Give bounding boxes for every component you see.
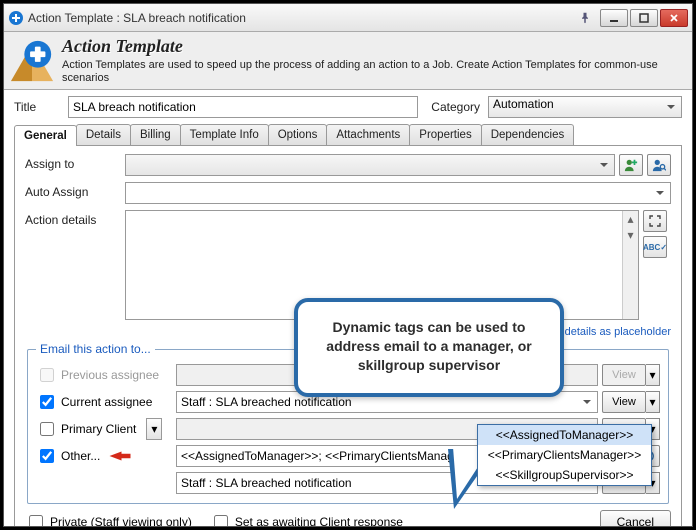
curr-assignee-value: Staff : SLA breached notification bbox=[181, 395, 352, 409]
minimize-button[interactable] bbox=[600, 9, 628, 27]
scroll-down-icon[interactable]: ▾ bbox=[623, 227, 638, 243]
maximize-button[interactable] bbox=[630, 9, 658, 27]
tab-general[interactable]: General bbox=[14, 125, 77, 146]
scroll-up-icon[interactable]: ▴ bbox=[623, 211, 638, 227]
prev-view-split: ▾ bbox=[646, 364, 660, 386]
email-legend: Email this action to... bbox=[36, 342, 155, 356]
tab-billing[interactable]: Billing bbox=[130, 124, 181, 145]
header: Action Template Action Templates are use… bbox=[4, 32, 692, 90]
new-action-icon bbox=[8, 10, 24, 26]
primary-client-checkbox[interactable] bbox=[40, 422, 54, 436]
expand-icon[interactable] bbox=[643, 210, 667, 232]
cancel-button[interactable]: Cancel bbox=[600, 510, 671, 526]
tab-template-info[interactable]: Template Info bbox=[180, 124, 269, 145]
awaiting-checkbox[interactable] bbox=[214, 515, 228, 526]
other-option[interactable]: Other... bbox=[36, 446, 176, 466]
titlebar[interactable]: Action Template : SLA breach notificatio… bbox=[4, 4, 692, 32]
tab-properties[interactable]: Properties bbox=[409, 124, 481, 145]
pin-icon[interactable] bbox=[576, 9, 594, 27]
auto-assign-label: Auto Assign bbox=[25, 182, 125, 199]
action-details-label: Action details bbox=[25, 210, 125, 227]
category-select[interactable]: Automation bbox=[488, 96, 682, 118]
other-checkbox[interactable] bbox=[40, 449, 54, 463]
title-label: Title bbox=[14, 100, 68, 114]
category-value: Automation bbox=[493, 97, 554, 111]
prev-assignee-checkbox bbox=[40, 368, 54, 382]
tab-options[interactable]: Options bbox=[268, 124, 328, 145]
page-desc: Action Templates are used to speed up th… bbox=[62, 59, 686, 85]
assign-to-select[interactable] bbox=[125, 154, 615, 176]
other-label: Other... bbox=[61, 449, 100, 463]
logo-icon bbox=[4, 32, 60, 88]
awaiting-label: Set as awaiting Client response bbox=[235, 515, 403, 526]
title-input[interactable] bbox=[68, 96, 418, 118]
tabs: General Details Billing Template Info Op… bbox=[14, 124, 682, 146]
curr-view-button[interactable]: View bbox=[602, 391, 646, 413]
private-label: Private (Staff viewing only) bbox=[50, 515, 192, 526]
red-arrow-icon bbox=[108, 448, 132, 464]
curr-assignee-checkbox[interactable] bbox=[40, 395, 54, 409]
other-template-value: Staff : SLA breached notification bbox=[181, 476, 352, 490]
awaiting-option[interactable]: Set as awaiting Client response bbox=[210, 512, 403, 526]
category-label: Category bbox=[418, 100, 488, 114]
ac-item-primaryclientsmanager[interactable]: <<PrimaryClientsManager>> bbox=[478, 445, 651, 465]
close-button[interactable] bbox=[660, 9, 688, 27]
user-search-icon[interactable] bbox=[647, 154, 671, 176]
tab-attachments[interactable]: Attachments bbox=[326, 124, 410, 145]
autocomplete-menu[interactable]: <<AssignedToManager>> <<PrimaryClientsMa… bbox=[477, 424, 652, 486]
primary-client-option[interactable]: Primary Client ▾ bbox=[36, 418, 176, 440]
ac-item-skillgroupsupervisor[interactable]: <<SkillgroupSupervisor>> bbox=[478, 465, 651, 485]
callout-text: Dynamic tags can be used to address emai… bbox=[326, 319, 531, 373]
tab-details[interactable]: Details bbox=[76, 124, 131, 145]
curr-assignee-option[interactable]: Current assignee bbox=[36, 392, 176, 412]
user-add-icon[interactable] bbox=[619, 154, 643, 176]
curr-view-split[interactable]: ▾ bbox=[646, 391, 660, 413]
auto-assign-select[interactable] bbox=[125, 182, 671, 204]
prev-assignee-label: Previous assignee bbox=[61, 368, 159, 382]
ac-item-assignedtomanager[interactable]: <<AssignedToManager>> bbox=[478, 425, 651, 445]
page-title: Action Template bbox=[62, 36, 686, 57]
curr-assignee-label: Current assignee bbox=[61, 395, 152, 409]
private-option[interactable]: Private (Staff viewing only) bbox=[25, 512, 192, 526]
assign-to-label: Assign to bbox=[25, 154, 125, 171]
primary-client-dropdown[interactable]: ▾ bbox=[146, 418, 162, 440]
primary-client-label: Primary Client bbox=[61, 422, 136, 436]
callout-annotation: Dynamic tags can be used to address emai… bbox=[294, 298, 564, 397]
scrollbar[interactable]: ▴ ▾ bbox=[622, 211, 638, 319]
prev-view-button: View bbox=[602, 364, 646, 386]
private-checkbox[interactable] bbox=[29, 515, 43, 526]
window-title: Action Template : SLA breach notificatio… bbox=[28, 11, 576, 25]
spellcheck-icon[interactable]: ABC✓ bbox=[643, 236, 667, 258]
prev-assignee-option: Previous assignee bbox=[36, 365, 176, 385]
tab-dependencies[interactable]: Dependencies bbox=[481, 124, 575, 145]
